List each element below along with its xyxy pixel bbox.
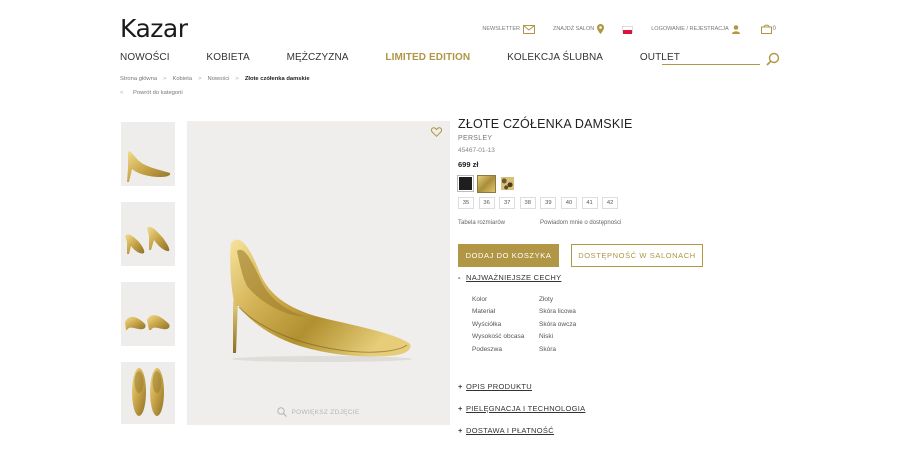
shoe-side-thumbnail <box>127 151 171 182</box>
kazar-logo[interactable]: Kazar <box>120 14 188 43</box>
back-to-category-link[interactable]: < Powrót do kategorii <box>120 90 183 96</box>
map-pin-icon <box>597 24 605 34</box>
feature-value: Skóra <box>539 345 556 353</box>
poland-flag-icon[interactable] <box>622 25 634 34</box>
care-technology-toggle[interactable]: + PIELĘGNACJA I TECHNOLOGIA <box>458 404 585 413</box>
main-product-image[interactable]: POWIĘKSZ ZDJĘCIE <box>187 121 450 425</box>
key-features-table: Kolor Złoty Materiał Skóra licowa Wyściółk… <box>472 293 576 356</box>
feature-key: Wyściółka <box>472 320 502 328</box>
shoe-top-thumbnail <box>132 368 164 416</box>
feature-row: Materiał Skóra licowa <box>472 306 576 319</box>
size-option[interactable]: 36 <box>478 197 495 209</box>
add-to-cart-button[interactable]: DODAJ DO KOSZYKA <box>458 244 559 267</box>
thumbnail-side-view[interactable] <box>121 122 175 186</box>
zoom-label: POWIĘKSZ ZDJĘCIE <box>291 408 360 416</box>
magnifier-icon <box>277 407 288 417</box>
product-description-title: OPIS PRODUKTU <box>466 382 532 391</box>
login-link[interactable]: LOGOWANIE / REJESTRACJA <box>651 24 740 34</box>
nav-item-mezczyzna[interactable]: MĘŻCZYZNA <box>287 52 349 63</box>
breadcrumb-current: Złote czółenka damskie <box>244 76 310 82</box>
store-availability-button[interactable]: DOSTĘPNOŚĆ W SALONACH <box>571 244 703 267</box>
breadcrumb-separator: > <box>163 76 167 82</box>
breadcrumb: Strona główna > Kobieta > Nowości > Złot… <box>120 76 310 82</box>
newsletter-link[interactable]: NEWSLETTER <box>482 24 535 34</box>
feature-key: Materiał <box>472 308 496 316</box>
product-price: 699 zł <box>458 160 479 169</box>
care-technology-title: PIELĘGNACJA I TECHNOLOGIA <box>466 404 586 413</box>
size-option[interactable]: 37 <box>499 197 516 209</box>
nav-item-nowosci[interactable]: NOWOŚCI <box>120 52 170 63</box>
back-arrow-icon: < <box>120 90 124 96</box>
breadcrumb-kobieta[interactable]: Kobieta <box>172 76 192 82</box>
search-input[interactable] <box>662 50 760 65</box>
nav-item-kobieta[interactable]: KOBIETA <box>206 52 249 63</box>
top-utility-links: NEWSLETTER ZNAJDŹ SALON LOGOWANIE / REJE… <box>464 24 776 34</box>
feature-value: Niski <box>539 333 554 341</box>
feature-key: Podeszwa <box>472 345 502 353</box>
cart-count: 0 <box>772 26 776 32</box>
user-icon <box>731 24 740 34</box>
delivery-payment-title: DOSTAWA I PŁATNOŚĆ <box>466 426 554 435</box>
search-icon[interactable] <box>766 52 780 66</box>
feature-key: Kolor <box>472 295 488 303</box>
envelope-icon <box>522 24 535 34</box>
login-label: LOGOWANIE / REJESTRACJA <box>651 26 729 32</box>
color-swatch-black[interactable] <box>457 175 474 192</box>
feature-row: Wyściółka Skóra owcza <box>472 318 576 331</box>
cart-link[interactable]: 0 <box>758 24 776 34</box>
find-store-label: ZNAJDŹ SALON <box>552 26 595 32</box>
size-option[interactable]: 40 <box>560 197 577 209</box>
expand-plus-icon: + <box>458 382 463 391</box>
color-swatch-gold-selected[interactable] <box>477 175 496 193</box>
product-description-toggle[interactable]: + OPIS PRODUKTU <box>458 382 532 391</box>
notify-availability-link[interactable]: Powiadom mnie o dostępności <box>540 220 621 226</box>
product-sku: 45467-01-13 <box>458 147 495 154</box>
thumbnail-top-view[interactable] <box>121 362 175 424</box>
color-swatch-leopard[interactable] <box>500 176 515 191</box>
main-navigation: NOWOŚCI KOBIETA MĘŻCZYZNA LIMITED EDITIO… <box>120 52 680 63</box>
zoom-image-button[interactable]: POWIĘKSZ ZDJĘCIE <box>187 407 450 417</box>
breadcrumb-separator: > <box>198 76 202 82</box>
size-option[interactable]: 35 <box>458 197 474 209</box>
back-label: Powrót do kategorii <box>133 90 183 96</box>
breadcrumb-nowosci[interactable]: Nowości <box>208 76 230 82</box>
collapse-minus-icon: - <box>458 273 461 282</box>
expand-plus-icon: + <box>458 426 463 435</box>
feature-value: Skóra owcza <box>539 320 577 328</box>
thumbnail-pair-view[interactable] <box>121 202 175 266</box>
key-features-title: NAJWAŻNIEJSZE CECHY <box>466 273 562 282</box>
product-title: ZŁOTE CZÓŁENKA DAMSKIE <box>458 117 633 131</box>
key-features-toggle[interactable]: - NAJWAŻNIEJSZE CECHY <box>458 273 561 282</box>
feature-value: Złoty <box>539 295 554 303</box>
nav-item-limited-edition[interactable]: LIMITED EDITION <box>385 52 470 63</box>
shopping-bag-icon <box>760 24 772 34</box>
find-store-link[interactable]: ZNAJDŹ SALON <box>552 24 605 34</box>
feature-value: Skóra licowa <box>539 308 576 316</box>
breadcrumb-home[interactable]: Strona główna <box>120 76 157 82</box>
product-brand: PERSLEY <box>458 135 493 142</box>
thumbnail-front-view[interactable] <box>121 282 175 346</box>
size-option[interactable]: 41 <box>581 197 598 209</box>
feature-row: Kolor Złoty <box>472 293 576 306</box>
nav-item-kolekcja-slubna[interactable]: KOLEKCJA ŚLUBNA <box>507 52 603 63</box>
size-chart-link[interactable]: Tabela rozmiarów <box>458 220 505 226</box>
gold-pump-shoe-image <box>230 239 412 362</box>
feature-row: Wysokość obcasa Niski <box>472 331 576 344</box>
breadcrumb-separator: > <box>235 76 239 82</box>
wishlist-heart-icon[interactable] <box>431 127 442 137</box>
expand-plus-icon: + <box>458 404 463 413</box>
size-selector: 35 36 37 38 39 40 41 42 <box>458 197 623 209</box>
shoe-front-thumbnail <box>125 315 170 330</box>
feature-key: Wysokość obcasa <box>472 333 525 341</box>
newsletter-label: NEWSLETTER <box>482 26 520 32</box>
delivery-payment-toggle[interactable]: + DOSTAWA I PŁATNOŚĆ <box>458 426 554 435</box>
feature-row: Podeszwa Skóra <box>472 343 576 356</box>
size-option[interactable]: 39 <box>540 197 557 209</box>
size-option[interactable]: 42 <box>602 197 619 209</box>
shoe-pair-thumbnail <box>125 226 170 254</box>
size-option[interactable]: 38 <box>519 197 536 209</box>
